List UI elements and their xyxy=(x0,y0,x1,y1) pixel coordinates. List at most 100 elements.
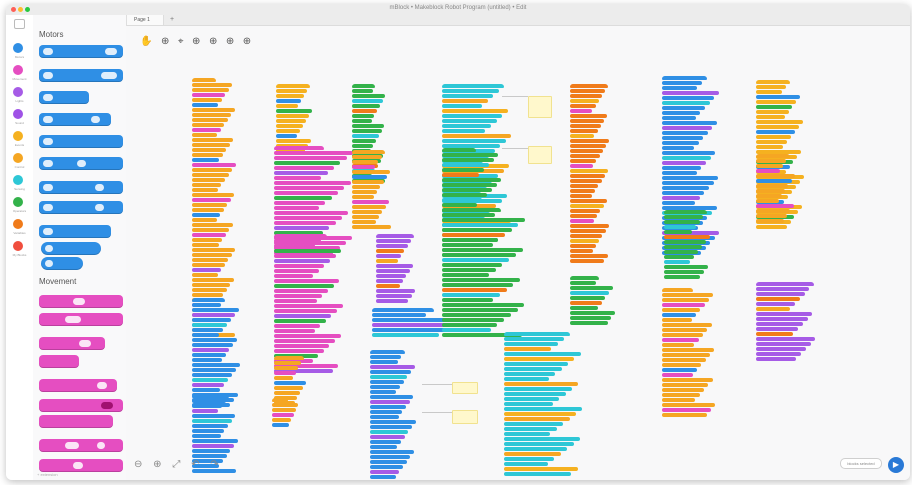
script-block[interactable] xyxy=(756,214,787,218)
script-block[interactable] xyxy=(352,215,379,219)
script-block[interactable] xyxy=(570,296,605,300)
script-block[interactable] xyxy=(192,143,230,147)
script-block[interactable] xyxy=(662,166,701,170)
script-block[interactable] xyxy=(352,124,384,128)
script-block[interactable] xyxy=(192,88,229,92)
script-block[interactable] xyxy=(192,278,234,282)
script-block[interactable] xyxy=(370,360,398,364)
script-block[interactable] xyxy=(192,268,221,272)
palette-block-movement[interactable] xyxy=(39,415,113,428)
script-block[interactable] xyxy=(274,344,329,348)
script-block[interactable] xyxy=(370,400,410,404)
script-block[interactable] xyxy=(442,323,497,327)
script-block[interactable] xyxy=(570,214,597,218)
script-block[interactable] xyxy=(756,125,799,129)
category-sensing[interactable] xyxy=(13,175,23,185)
script-block[interactable] xyxy=(192,173,229,177)
script-block[interactable] xyxy=(370,385,400,389)
script-block[interactable] xyxy=(376,279,403,283)
script-block[interactable] xyxy=(272,408,296,412)
script-block[interactable] xyxy=(192,293,223,297)
script-block[interactable] xyxy=(192,313,235,317)
palette-block-movement[interactable] xyxy=(39,399,123,412)
script-block[interactable] xyxy=(504,367,562,371)
crosshair-icon[interactable]: ⊕ xyxy=(192,36,200,47)
script-block[interactable] xyxy=(504,397,559,401)
script-block[interactable] xyxy=(192,168,232,172)
script-block[interactable] xyxy=(192,318,231,322)
script-block[interactable] xyxy=(370,435,405,439)
palette-block-movement[interactable] xyxy=(39,379,117,392)
script-block[interactable] xyxy=(272,423,289,427)
script-block[interactable] xyxy=(756,145,783,149)
script-block[interactable] xyxy=(756,352,801,356)
script-block[interactable] xyxy=(274,376,293,380)
script-block[interactable] xyxy=(192,98,222,102)
script-block[interactable] xyxy=(504,452,561,456)
script-block[interactable] xyxy=(274,269,319,273)
script-block[interactable] xyxy=(274,166,334,170)
script-block[interactable] xyxy=(274,299,317,303)
palette-block-movement[interactable] xyxy=(39,459,123,472)
script-block[interactable] xyxy=(352,134,379,138)
script-block[interactable] xyxy=(192,198,231,202)
script-block[interactable] xyxy=(570,286,613,290)
script-block[interactable] xyxy=(570,254,608,258)
script-block[interactable] xyxy=(272,418,291,422)
script-block[interactable] xyxy=(664,230,692,234)
script-block[interactable] xyxy=(352,165,375,169)
script-block[interactable] xyxy=(274,244,315,248)
script-block[interactable] xyxy=(192,238,222,242)
script-block[interactable] xyxy=(756,130,795,134)
script-block[interactable] xyxy=(442,258,509,262)
script-block[interactable] xyxy=(662,161,706,165)
script-block[interactable] xyxy=(274,324,320,328)
script-block[interactable] xyxy=(276,89,307,93)
fit-screen-icon[interactable]: ⤢ xyxy=(172,459,180,470)
category-operators[interactable] xyxy=(13,197,23,207)
script-block[interactable] xyxy=(192,444,234,448)
script-block[interactable] xyxy=(192,348,229,352)
script-block[interactable] xyxy=(662,358,706,362)
script-block[interactable] xyxy=(662,146,694,150)
script-block[interactable] xyxy=(352,155,382,159)
script-block[interactable] xyxy=(504,362,568,366)
script-block[interactable] xyxy=(192,258,228,262)
target-icon[interactable]: ⌖ xyxy=(178,36,184,47)
script-block[interactable] xyxy=(756,322,803,326)
script-block[interactable] xyxy=(274,294,322,298)
script-block[interactable] xyxy=(662,81,702,85)
category-variables[interactable] xyxy=(13,219,23,229)
script-block[interactable] xyxy=(504,422,563,426)
script-block[interactable] xyxy=(756,307,790,311)
script-block[interactable] xyxy=(662,141,699,145)
script-block[interactable] xyxy=(756,95,800,99)
script-block[interactable] xyxy=(662,308,700,312)
script-block[interactable] xyxy=(442,263,502,267)
zoom-in-icon[interactable]: ⊕ xyxy=(153,459,161,470)
script-block[interactable] xyxy=(192,208,224,212)
script-block[interactable] xyxy=(274,279,339,283)
script-block[interactable] xyxy=(276,139,311,143)
extension-button[interactable]: + extension xyxy=(37,472,58,477)
script-block[interactable] xyxy=(192,138,233,142)
script-block[interactable] xyxy=(442,119,497,123)
script-block[interactable] xyxy=(272,413,294,417)
script-block[interactable] xyxy=(662,126,712,130)
script-block[interactable] xyxy=(504,342,558,346)
script-block[interactable] xyxy=(274,161,340,165)
script-block[interactable] xyxy=(570,139,609,143)
script-block[interactable] xyxy=(756,174,795,178)
add-tab-button[interactable]: + xyxy=(170,15,174,25)
script-block[interactable] xyxy=(756,194,782,198)
script-block[interactable] xyxy=(274,181,351,185)
script-block[interactable] xyxy=(192,163,236,167)
script-block[interactable] xyxy=(662,171,697,175)
category-sound[interactable] xyxy=(13,109,23,119)
script-block[interactable] xyxy=(570,184,598,188)
script-block[interactable] xyxy=(570,149,603,153)
script-block[interactable] xyxy=(352,114,374,118)
script-block[interactable] xyxy=(570,199,607,203)
script-block[interactable] xyxy=(276,99,301,103)
script-block[interactable] xyxy=(352,170,390,174)
